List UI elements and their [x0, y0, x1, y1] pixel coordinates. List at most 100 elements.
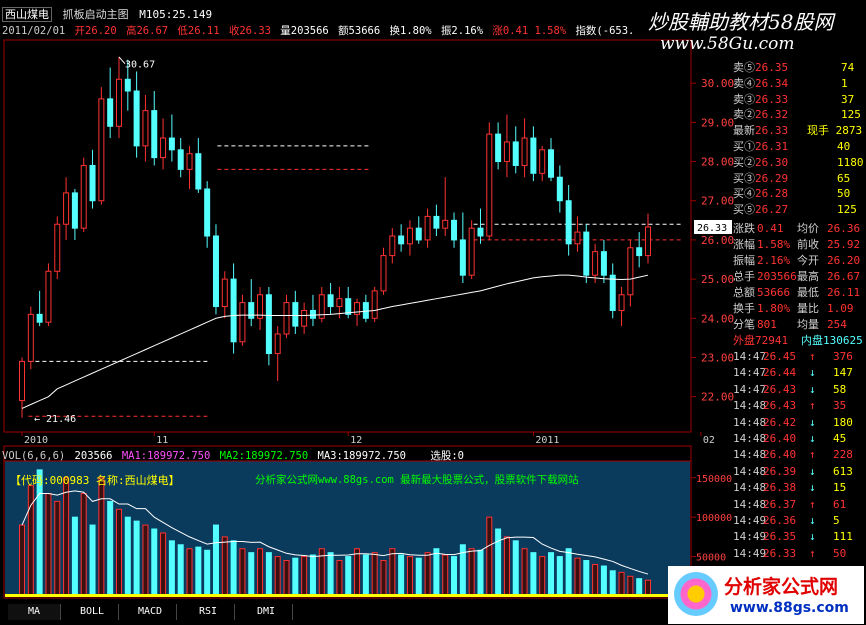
stat-label: 涨跌: [733, 222, 755, 235]
quote-row: 卖④ 26.34 1: [733, 76, 863, 91]
quote-row: 14:48 26.40 ↑ 228: [733, 447, 863, 462]
quote-row: 分笔 801 均量 254: [733, 317, 863, 332]
stat-value: 26.36: [827, 222, 861, 235]
quote-row: 14:48 26.37 ↑ 61: [733, 497, 863, 512]
volume-bar: [195, 546, 202, 597]
vol-extra: 选股:0: [430, 450, 464, 462]
date-label: 2011/02/01: [2, 25, 66, 37]
quote-row: 买① 26.31 40: [733, 139, 863, 154]
quote-row: 外盘72941 内盘130625: [733, 333, 863, 348]
vol-ma3: MA3:189972.750: [317, 450, 407, 462]
tick-price: 26.36: [763, 514, 797, 527]
stat-label: 分笔: [733, 318, 755, 331]
quote-volume: 74: [841, 61, 855, 74]
tab-ma[interactable]: MA: [8, 604, 61, 620]
candle-body: [230, 278, 237, 343]
quote-volume: 现手 2873: [807, 124, 863, 138]
quote-row: 涨跌 0.41 均价 26.36: [733, 221, 863, 236]
tick-volume: 5: [833, 514, 840, 527]
vol-value: 203566: [74, 450, 113, 462]
volume-bar: [539, 556, 546, 597]
ohlc-info-bar: 2011/02/01 开26.20 高26.67 低26.11 收26.33 量…: [2, 23, 634, 38]
quote-level-label: 买③: [733, 171, 755, 185]
stat-value: 203566: [757, 270, 797, 283]
candle-body: [301, 309, 308, 327]
tick-price: 26.39: [763, 464, 797, 478]
tick-time: 14:49: [733, 546, 767, 560]
stat-value: 1.09: [827, 302, 854, 315]
volume-bar: [618, 571, 625, 597]
tick-time: 14:48: [733, 415, 767, 429]
stat-value: 53666: [757, 286, 791, 299]
candle-body: [398, 235, 405, 245]
candle-body: [477, 227, 484, 237]
candle-body: [371, 290, 378, 319]
candle-body: [556, 176, 563, 202]
volume-bar: [362, 554, 369, 597]
stat-label: 振幅: [733, 254, 755, 267]
quote-row: 14:48 26.40 ↓ 45: [733, 431, 863, 446]
volume-bar: [248, 552, 255, 597]
candle-body: [98, 98, 105, 202]
volume-bar: [45, 493, 52, 597]
arrow-up-icon: ↑: [809, 448, 816, 462]
candle-body: [495, 133, 502, 163]
candle-body: [36, 313, 43, 323]
tick-volume: 147: [833, 366, 853, 380]
price-y-tick-label: 22.00: [701, 391, 734, 404]
quote-price: 26.33: [755, 92, 789, 106]
volume-bar: [89, 524, 96, 597]
tab-boll[interactable]: BOLL: [66, 604, 119, 620]
quote-price: 26.31: [755, 140, 789, 153]
volume-bar: [107, 500, 114, 597]
brand-logo: 分析家公式网 www.88gs.com: [668, 566, 864, 624]
quote-volume: 50: [837, 187, 851, 201]
tab-rsi[interactable]: RSI: [182, 604, 235, 620]
quote-row: 14:48 26.42 ↓ 180: [733, 415, 863, 430]
tick-price: 26.33: [763, 546, 797, 560]
amount-label: 额53666: [338, 25, 381, 37]
index-label: 指数(-653.: [575, 25, 635, 37]
tick-price: 26.43: [763, 399, 797, 413]
volume-bar: [63, 477, 70, 597]
candle-body: [468, 227, 475, 276]
tab-macd[interactable]: MACD: [124, 604, 177, 620]
date-tick-label: 12: [350, 435, 362, 446]
quote-row: 14:49 26.36 ↓ 5: [733, 513, 863, 528]
candle-body: [424, 215, 431, 241]
volume-bar: [521, 548, 528, 597]
volume-bar: [133, 520, 140, 597]
brand-name: 分析家公式网: [724, 576, 839, 598]
arrow-up-icon: ↑: [809, 350, 816, 363]
quote-level-label: 买①: [733, 140, 755, 153]
candle-body: [336, 298, 343, 308]
arrow-down-icon: ↓: [809, 514, 816, 527]
volume-bar: [204, 549, 211, 597]
volume-bar: [160, 532, 167, 597]
volume-bar: [309, 554, 316, 597]
quote-price: 26.29: [755, 171, 789, 185]
quote-volume: 125: [837, 203, 857, 217]
candle-body: [54, 223, 61, 272]
volume-bar: [71, 516, 78, 597]
quote-row: 卖⑤ 26.35 74: [733, 60, 863, 75]
tab-dmi[interactable]: DMI: [240, 604, 293, 620]
tick-price: 26.43: [763, 382, 797, 396]
candle-body: [45, 270, 52, 323]
volume-bar: [636, 578, 643, 597]
volume-label: 量203566: [280, 25, 329, 37]
volume-bar: [424, 552, 431, 597]
volume-bar: [398, 554, 405, 597]
change-pct-label: 1.58%: [534, 25, 567, 37]
volume-bar: [380, 560, 387, 597]
quote-level-label: 卖④: [733, 76, 755, 90]
flower-icon: [674, 572, 718, 616]
stock-code-label: 【代码:000983 名称:西山煤电】: [10, 474, 180, 487]
candle-body: [433, 215, 440, 229]
quote-row: 买④ 26.28 50: [733, 186, 863, 201]
quote-row: 14:48 26.39 ↓ 613: [733, 464, 863, 479]
tick-volume: 180: [833, 415, 853, 429]
quote-row: 买⑤ 26.27 125: [733, 202, 863, 217]
volume-bar: [292, 557, 299, 597]
quote-row: 14:47 26.43 ↓ 58: [733, 382, 863, 397]
